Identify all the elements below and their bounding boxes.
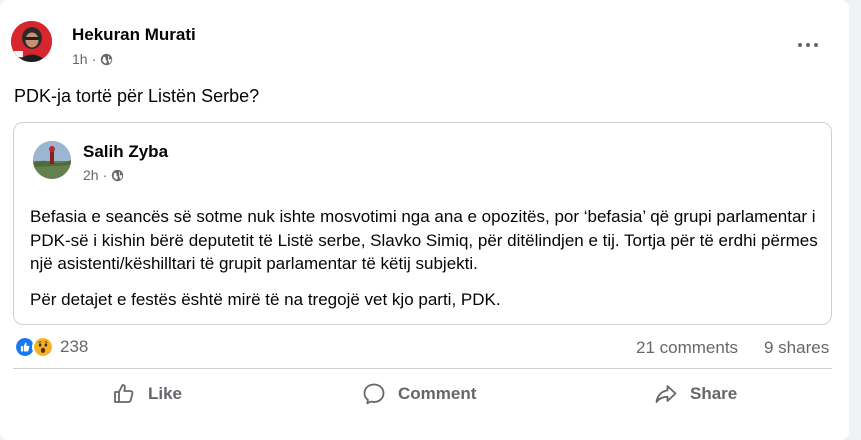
wow-reaction-icon: [32, 336, 54, 358]
author-name[interactable]: Hekuran Murati: [72, 25, 196, 45]
post-time[interactable]: 1h: [72, 51, 88, 67]
comments-count[interactable]: 21 comments: [636, 338, 738, 358]
share-arrow-icon: [655, 385, 677, 403]
comment-icon: [363, 383, 385, 405]
post-card: Hekuran Murati 1h · PDK-ja tortë për Lis…: [0, 0, 849, 440]
shared-author-name[interactable]: Salih Zyba: [83, 142, 168, 162]
more-options-button[interactable]: [790, 30, 826, 60]
share-button[interactable]: Share: [654, 374, 737, 414]
globe-icon: [101, 53, 113, 65]
comment-button[interactable]: Comment: [362, 374, 476, 414]
globe-icon: [112, 169, 124, 181]
comment-label: Comment: [398, 384, 477, 403]
thumbs-up-icon: [114, 384, 134, 403]
shared-paragraph: Befasia e seancës së sotme nuk ishte mos…: [30, 207, 818, 273]
shared-post-meta: 2h ·: [83, 167, 124, 183]
shared-post-body: Befasia e seancës së sotme nuk ishte mos…: [30, 205, 820, 311]
more-options-icon: [798, 43, 802, 47]
meta-separator: ·: [102, 167, 108, 183]
shared-post[interactable]: Salih Zyba 2h · Befasia e seancës së sot…: [13, 122, 832, 325]
shares-count[interactable]: 9 shares: [764, 338, 829, 358]
like-label: Like: [148, 384, 183, 403]
share-label: Share: [690, 384, 738, 403]
divider: [13, 368, 832, 369]
more-options-icon: [814, 43, 818, 47]
author-avatar[interactable]: [11, 21, 52, 62]
reaction-count: 238: [60, 337, 89, 356]
shared-author-avatar-image: [33, 141, 71, 179]
shared-post-time[interactable]: 2h: [83, 167, 99, 183]
reactions-summary[interactable]: 238: [14, 336, 88, 358]
post-meta: 1h ·: [72, 51, 113, 67]
shared-author-avatar[interactable]: [33, 141, 71, 179]
post-text: PDK-ja tortë për Listën Serbe?: [14, 86, 260, 106]
shared-paragraph: Për detajet e festës është mirë të na tr…: [30, 289, 501, 309]
more-options-icon: [806, 43, 810, 47]
like-button[interactable]: Like: [112, 374, 182, 414]
author-avatar-image: [11, 21, 52, 62]
meta-separator: ·: [91, 51, 97, 67]
